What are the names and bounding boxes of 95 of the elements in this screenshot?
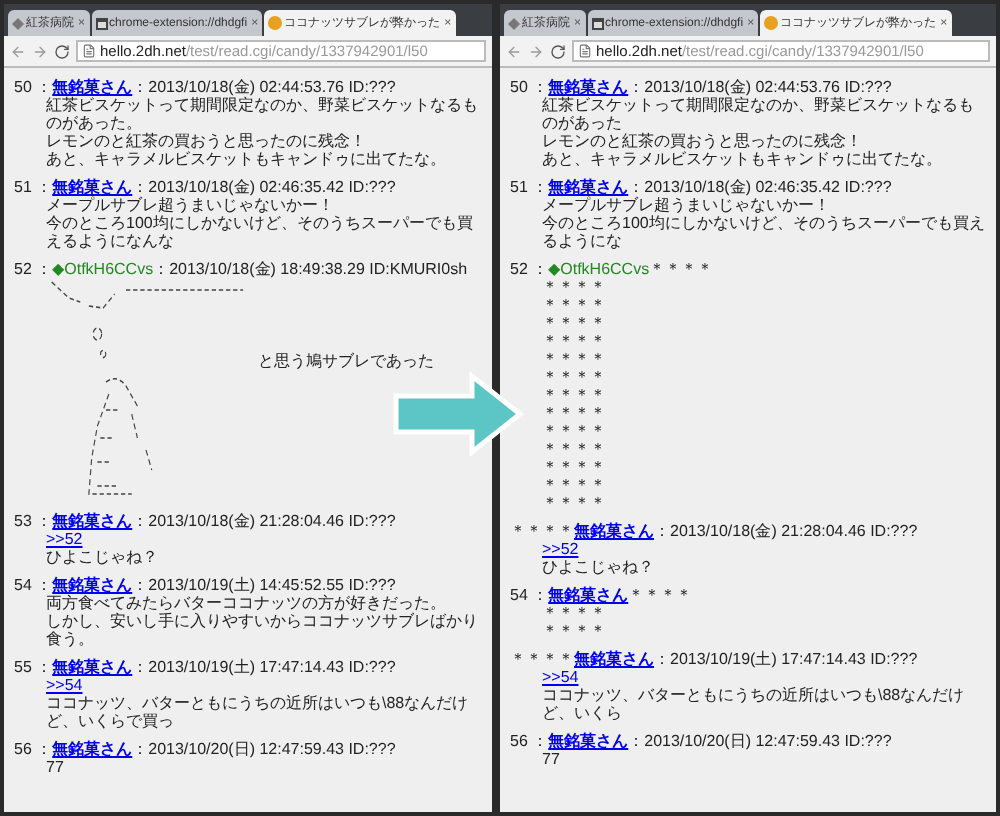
reload-icon[interactable] — [550, 43, 566, 59]
post-info: ：2013/10/18(金) 02:46:35.42 ID:??? — [628, 178, 892, 196]
post-number: 56 ： — [14, 740, 53, 758]
post-number: 51 ： — [510, 178, 549, 196]
reply-link[interactable]: >>54 — [542, 668, 579, 686]
post-text: 紅茶ビスケットって期間限定なのか、野菜ビスケットなるものがあった。 — [46, 96, 480, 132]
page-icon — [578, 44, 592, 58]
back-icon[interactable] — [10, 43, 26, 59]
post-info: ：2013/10/19(土) 17:47:14.43 ID:??? — [132, 658, 396, 676]
poster-name-link[interactable]: 無銘菓さん — [574, 650, 654, 668]
post-text: ＊＊＊＊ — [542, 604, 608, 622]
back-icon[interactable] — [506, 43, 522, 59]
post-text: ＊＊＊＊ — [542, 622, 608, 640]
post-info: ：2013/10/18(金) 02:46:35.42 ID:??? — [132, 178, 396, 196]
tab-icon — [508, 17, 520, 29]
poster-name-link[interactable]: 無銘菓さん — [548, 178, 629, 196]
post-text: 77 — [46, 758, 66, 776]
post-number: 53 ： — [14, 512, 53, 530]
reload-icon[interactable] — [54, 43, 70, 59]
post-text: ひよこじゃね？ — [542, 558, 656, 576]
poster-name-link[interactable]: 無銘菓さん — [52, 576, 133, 594]
post-info: ＊＊＊＊ — [628, 586, 693, 604]
post-text: ＊＊＊＊ — [542, 314, 608, 332]
post-text: あと、キャラメルビスケットもキャンドゥに出てたな。 — [542, 150, 944, 168]
favicon-icon — [268, 16, 283, 30]
post-info: ：2013/10/18(金) 18:49:38.29 ID:KMURI0sh — [153, 260, 468, 278]
post-text: メープルサブレ超うまいじゃないかー！ — [46, 196, 336, 214]
post-text: 今のところ100均にしかないけど、そのうちスーパーでも買えるようになんな — [46, 214, 475, 250]
post-text: ＊＊＊＊ — [542, 440, 608, 458]
arrow-icon — [392, 372, 528, 456]
poster-name-link[interactable]: 無銘菓さん — [548, 586, 629, 604]
tab-icon — [12, 17, 24, 29]
post-text: ＊＊＊＊ — [542, 476, 608, 494]
post-text: 今のところ100均にしかないけど、そのうちスーパーでも買えるようにな — [542, 214, 986, 250]
poster-name-link[interactable]: 無銘菓さん — [52, 178, 133, 196]
masked-text: ＊＊＊＊ — [510, 650, 574, 668]
post-text: ココナッツ、バターともにうちの近所はいつも\88なんだけど、いくら — [542, 686, 967, 722]
post-text: ＊＊＊＊ — [542, 458, 608, 476]
post-info: ：2013/10/18(金) 21:28:04.46 ID:??? — [654, 522, 918, 540]
post-text: しかし、安いし手に入りやすいからココナッツサブレばかり食う。 — [46, 612, 480, 648]
favicon-icon — [764, 16, 779, 30]
post-text: ＊＊＊＊ — [542, 296, 608, 314]
poster-name-link[interactable]: 無銘菓さん — [52, 512, 133, 530]
grid-icon — [95, 17, 108, 29]
post-text: あと、キャラメルビスケットもキャンドゥに出てたな。 — [46, 150, 448, 168]
grid-icon — [591, 17, 604, 29]
post-number: 56 ： — [510, 732, 549, 750]
post-text: 両方食べてみたらバターココナッツの方が好きだった。 — [46, 594, 448, 612]
post-text: ＊＊＊＊ — [542, 404, 608, 422]
post-info: ：2013/10/18(金) 02:44:53.76 ID:??? — [628, 78, 892, 96]
post-number: 55 ： — [14, 658, 53, 676]
post-number: 50 ： — [14, 78, 53, 96]
reply-link[interactable]: >>52 — [46, 530, 83, 548]
post-text: ＊＊＊＊ — [542, 368, 608, 386]
reply-link[interactable]: >>54 — [46, 676, 83, 694]
post-text: レモンのと紅茶の買おうと思ったのに残念！ — [46, 132, 368, 150]
poster-name-link[interactable]: 無銘菓さん — [52, 658, 133, 676]
post-info: ：2013/10/18(金) 02:44:53.76 ID:??? — [132, 78, 396, 96]
poster-trip-name: ◆OtfkH6CCvs — [52, 260, 154, 278]
post-info: ：2013/10/19(土) 14:45:52.55 ID:??? — [132, 576, 396, 594]
post-text: ＊＊＊＊ — [542, 278, 608, 296]
post-info: ：2013/10/18(金) 21:28:04.46 ID:??? — [132, 512, 396, 530]
poster-trip-name: ◆OtfkH6CCvs — [548, 260, 650, 278]
post-text: 77 — [542, 750, 562, 768]
post-number: 52 ： — [510, 260, 549, 278]
post-text: ＊＊＊＊ — [542, 422, 608, 440]
poster-name-link[interactable]: 無銘菓さん — [52, 740, 133, 758]
post-text: ココナッツ、バターともにうちの近所はいつも\88なんだけど、いくらで買っ — [46, 694, 471, 730]
masked-text: ＊＊＊＊ — [510, 522, 574, 540]
post-info: ：2013/10/19(土) 17:47:14.43 ID:??? — [654, 650, 918, 668]
post-text: ＊＊＊＊ — [542, 386, 608, 404]
post-text: ＊＊＊＊ — [542, 494, 608, 512]
forward-icon[interactable] — [528, 43, 544, 59]
post-text: ひよこじゃね？ — [46, 548, 160, 566]
post-number: 52 ： — [14, 260, 53, 278]
post-text: 紅茶ビスケットって期間限定なのか、野菜ビスケットなるものがあった — [542, 96, 976, 132]
post-text: レモンのと紅茶の買おうと思ったのに残念！ — [542, 132, 864, 150]
poster-name-link[interactable]: 無銘菓さん — [574, 522, 654, 540]
poster-name-link[interactable]: 無銘菓さん — [52, 78, 133, 96]
post-number: 50 ： — [510, 78, 549, 96]
post-info: ：2013/10/20(日) 12:47:59.43 ID:??? — [132, 740, 396, 758]
page-icon — [82, 44, 96, 58]
post-text: メープルサブレ超うまいじゃないかー！ — [542, 196, 832, 214]
post-info: ：2013/10/20(日) 12:47:59.43 ID:??? — [628, 732, 892, 750]
post-number: 54 ： — [510, 586, 549, 604]
forward-icon[interactable] — [32, 43, 48, 59]
post-text: ＊＊＊＊ — [542, 350, 608, 368]
post-info: ＊＊＊＊ — [649, 260, 714, 278]
reply-link[interactable]: >>52 — [542, 540, 579, 558]
poster-name-link[interactable]: 無銘菓さん — [548, 732, 629, 750]
post-text: ＊＊＊＊ — [542, 332, 608, 350]
post-number: 51 ： — [14, 178, 53, 196]
poster-name-link[interactable]: 無銘菓さん — [548, 78, 629, 96]
art-caption: と思う鳩サブレであった — [258, 351, 434, 369]
post-number: 54 ： — [14, 576, 53, 594]
